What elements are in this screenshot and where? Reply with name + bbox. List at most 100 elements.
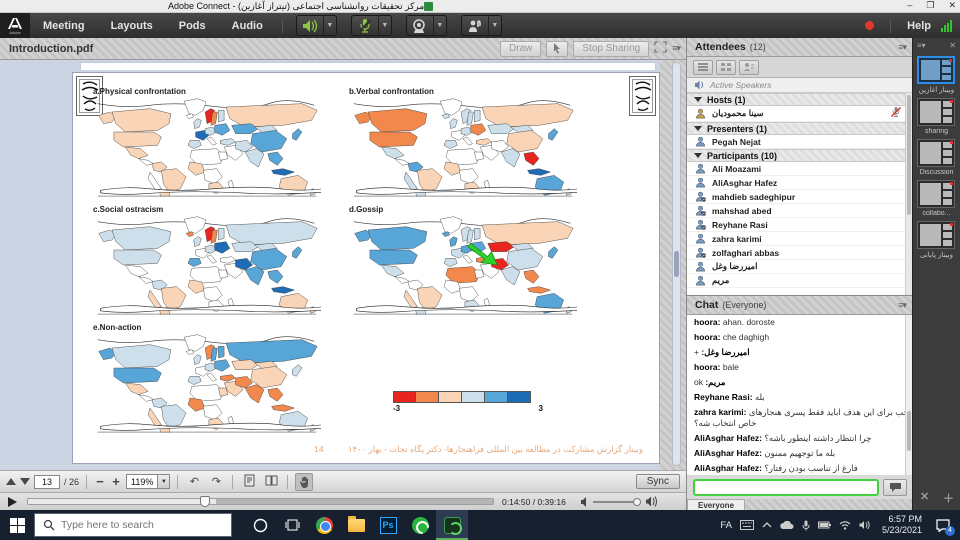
touch-keyboard-icon[interactable]	[740, 520, 754, 530]
add-layout-button[interactable]: ＋	[943, 490, 954, 506]
stop-sharing-button[interactable]: Stop Sharing	[573, 41, 649, 57]
pointer-tool-button[interactable]	[546, 41, 568, 57]
pan-hand-tool[interactable]	[295, 473, 313, 491]
tray-expand-icon[interactable]	[762, 522, 772, 528]
menu-help[interactable]: Help	[907, 20, 931, 32]
participant-row[interactable]: امیررضا وغل	[687, 260, 912, 274]
onedrive-icon[interactable]	[780, 521, 794, 530]
participant-row[interactable]: zahra karimi	[687, 232, 912, 246]
menu-audio[interactable]: Audio	[219, 20, 276, 32]
mute-icon[interactable]	[580, 497, 589, 507]
adobe-connect-taskbar-icon[interactable]	[436, 510, 468, 540]
layout-item-3[interactable]: collabo...	[917, 180, 956, 217]
play-button[interactable]	[8, 497, 17, 507]
participant-row[interactable]: mahdieb sadeghipur	[687, 190, 912, 204]
tray-mic-icon[interactable]	[802, 520, 810, 531]
taskbar-search[interactable]	[34, 513, 232, 537]
raise-hand-icon[interactable]	[462, 16, 488, 35]
speaker-dropdown[interactable]: ▼	[323, 16, 336, 35]
chat-pod-menu-icon[interactable]: ≡▾	[898, 300, 906, 311]
zoom-in-button[interactable]: +	[110, 477, 122, 487]
whatsapp-icon[interactable]	[404, 510, 436, 540]
attendee-list-view-icon[interactable]	[693, 60, 713, 75]
chat-input[interactable]	[693, 479, 879, 496]
layout-thumbnail[interactable]	[917, 221, 955, 249]
maximize-button[interactable]: ❐	[926, 0, 934, 11]
task-view-icon[interactable]	[276, 510, 308, 540]
delete-layout-button[interactable]: ✕	[920, 490, 929, 506]
chrome-icon[interactable]	[308, 510, 340, 540]
page-number-input[interactable]	[34, 475, 60, 489]
connection-signal-icon[interactable]	[941, 20, 952, 32]
zoom-level-select[interactable]: 119%▼	[126, 474, 170, 489]
attendee-grid-view-icon[interactable]	[716, 60, 736, 75]
playback-handle[interactable]	[200, 496, 210, 507]
attendees-scrollbar[interactable]	[905, 93, 912, 295]
rotate-right-icon[interactable]: ↷	[207, 475, 225, 488]
participant-row[interactable]: AliAsghar Hafez	[687, 176, 912, 190]
next-page-button[interactable]	[20, 478, 30, 485]
cortana-icon[interactable]	[244, 510, 276, 540]
speaker-volume-icon[interactable]	[645, 496, 657, 507]
zoom-out-button[interactable]: −	[94, 477, 106, 487]
file-explorer-icon[interactable]	[340, 510, 372, 540]
webcam-icon[interactable]	[407, 16, 433, 35]
mic-dropdown[interactable]: ▼	[378, 16, 391, 35]
hosts-section-header[interactable]: Hosts (1)	[687, 93, 912, 106]
battery-icon[interactable]	[818, 521, 831, 529]
layout-item-1[interactable]: sharing	[917, 98, 956, 135]
rotate-left-icon[interactable]: ↶	[185, 475, 203, 488]
layout-item-0[interactable]: وبینار آغازین	[917, 56, 956, 94]
fullscreen-icon[interactable]	[654, 40, 667, 58]
chat-scrollbar[interactable]	[905, 315, 912, 475]
action-center-icon[interactable]: 4	[936, 519, 950, 532]
menu-meeting[interactable]: Meeting	[30, 20, 98, 32]
layouts-menu-icon[interactable]: ≡▾	[917, 41, 926, 50]
layout-item-2[interactable]: Discussion	[917, 139, 956, 176]
microphone-muted-icon[interactable]	[352, 16, 378, 35]
volume-slider[interactable]	[593, 501, 641, 503]
fit-width-icon[interactable]	[262, 474, 280, 490]
share-pod-menu-icon[interactable]: ≡▾	[672, 43, 680, 54]
participants-section-header[interactable]: Participants (10)	[687, 149, 912, 162]
attendee-status-view-icon[interactable]	[739, 60, 759, 75]
participant-row[interactable]: Ali Moazami	[687, 162, 912, 176]
tray-volume-icon[interactable]	[859, 520, 870, 530]
host-row[interactable]: سینا محمودیان	[687, 106, 912, 122]
webcam-dropdown[interactable]: ▼	[433, 16, 446, 35]
taskbar-clock[interactable]: 6:57 PM 5/23/2021	[882, 514, 922, 536]
participant-row[interactable]: zolfaghari abbas	[687, 246, 912, 260]
chat-header: Chat (Everyone) ≡▾	[687, 296, 912, 315]
menu-layouts[interactable]: Layouts	[98, 20, 166, 32]
participant-avatar-icon	[695, 163, 706, 174]
sync-button[interactable]: Sync	[636, 474, 680, 489]
speaker-icon[interactable]	[297, 16, 323, 35]
draw-button[interactable]: Draw	[500, 41, 541, 57]
layout-item-4[interactable]: وبینار پایانی	[917, 221, 956, 259]
layout-thumbnail[interactable]	[917, 180, 955, 208]
menu-pods[interactable]: Pods	[166, 20, 219, 32]
language-indicator[interactable]: FA	[720, 520, 732, 531]
layouts-close-icon[interactable]: ✕	[949, 41, 956, 50]
fit-page-icon[interactable]	[240, 474, 258, 490]
start-button[interactable]	[0, 510, 34, 540]
close-button[interactable]: ✕	[948, 0, 956, 11]
chat-send-button[interactable]	[883, 479, 907, 496]
layout-thumbnail[interactable]	[917, 98, 955, 126]
minimize-button[interactable]: –	[907, 0, 912, 11]
search-input[interactable]	[61, 519, 211, 531]
participant-row[interactable]: مریم	[687, 274, 912, 288]
participant-row[interactable]: Reyhane Rasi	[687, 218, 912, 232]
previous-page-button[interactable]	[6, 478, 16, 485]
layout-thumbnail[interactable]	[917, 56, 955, 84]
document-scrollbar[interactable]	[672, 62, 681, 466]
participant-row[interactable]: mahshad abed	[687, 204, 912, 218]
status-dropdown[interactable]: ▼	[488, 16, 501, 35]
layout-thumbnail[interactable]	[917, 139, 955, 167]
presenters-section-header[interactable]: Presenters (1)	[687, 122, 912, 135]
photoshop-icon[interactable]: Ps	[372, 510, 404, 540]
wifi-icon[interactable]	[839, 521, 851, 530]
presenter-row[interactable]: Pegah Nejat	[687, 135, 912, 149]
playback-progress-track[interactable]	[27, 498, 494, 505]
attendees-pod-menu-icon[interactable]: ≡▾	[898, 42, 906, 53]
